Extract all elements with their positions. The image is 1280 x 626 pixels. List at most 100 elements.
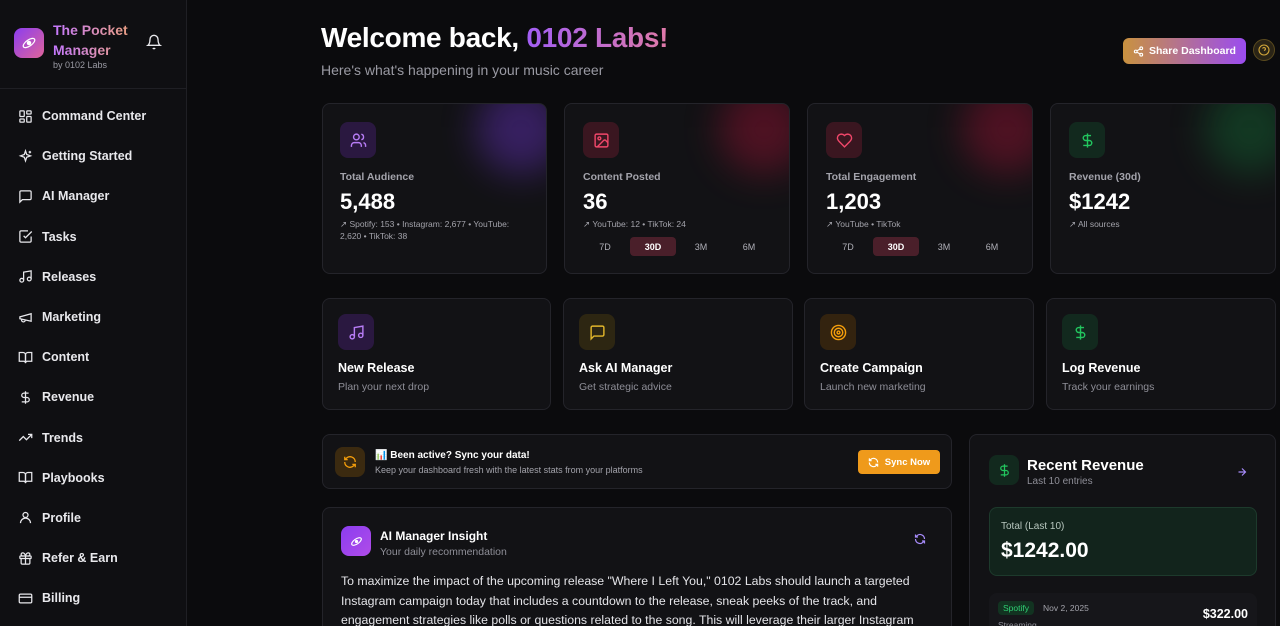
stat-label: Total Engagement <box>826 171 917 183</box>
insight-body: To maximize the impact of the upcoming r… <box>341 574 914 626</box>
insight-refresh-icon[interactable] <box>914 532 926 550</box>
image-icon <box>583 122 619 158</box>
sidebar-item-label: Refer & Earn <box>42 551 118 566</box>
sidebar-item-label: Releases <box>42 269 97 284</box>
trend-icon: ↗ <box>583 219 593 229</box>
sidebar-item-label: Content <box>42 350 90 365</box>
range-6m[interactable]: 6M <box>969 237 1015 256</box>
sidebar-item-trends[interactable]: Trends <box>0 418 187 458</box>
sidebar-item-ai-manager[interactable]: AI Manager <box>0 176 187 216</box>
action-create-campaign[interactable]: Create Campaign Launch new marketing <box>804 298 1034 410</box>
range-7d[interactable]: 7D <box>582 237 628 256</box>
sidebar-item-getting-started[interactable]: Getting Started <box>0 136 187 176</box>
sidebar-item-profile[interactable]: Profile <box>0 498 187 538</box>
revenue-total-label: Total (Last 10) <box>1001 521 1065 532</box>
sidebar-item-label: Billing <box>42 591 81 606</box>
stat-detail: ↗ Spotify: 153 • Instagram: 2,677 • YouT… <box>340 218 530 242</box>
megaphone-icon <box>19 312 32 322</box>
range-30d[interactable]: 30D <box>630 237 676 256</box>
message-icon <box>579 314 615 350</box>
recent-revenue-subtitle: Last 10 entries <box>1027 476 1093 487</box>
help-button[interactable] <box>1253 39 1275 61</box>
checkbox-icon <box>19 230 33 243</box>
ai-logo-icon <box>341 526 371 556</box>
range-7d[interactable]: 7D <box>825 237 871 256</box>
book-open-icon <box>18 351 33 363</box>
revenue-entry-amount: $322.00 <box>1202 607 1248 621</box>
action-subtitle: Track your earnings <box>1062 381 1155 393</box>
notifications-bell-icon[interactable] <box>145 34 163 50</box>
revenue-entry[interactable]: Spotify Nov 2, 2025 $322.00 Streaming <box>989 593 1257 626</box>
app-title: The Pocket Manager <box>53 20 143 60</box>
refresh-icon <box>335 447 365 477</box>
dollar-icon <box>1062 314 1098 350</box>
users-icon <box>340 122 376 158</box>
music-icon <box>19 270 32 284</box>
range-selector: 7D 30D 3M 6M <box>825 237 1015 256</box>
action-ask-ai-manager[interactable]: Ask AI Manager Get strategic advice <box>563 298 793 410</box>
share-dashboard-label: Share Dashboard <box>1149 45 1236 57</box>
dollar-icon <box>21 391 30 404</box>
action-title: Log Revenue <box>1062 361 1141 375</box>
sidebar-item-revenue[interactable]: Revenue <box>0 377 187 417</box>
sync-now-button[interactable]: Sync Now <box>858 450 940 474</box>
stat-card-total-audience: Total Audience 5,488 ↗ Spotify: 153 • In… <box>322 103 547 274</box>
sidebar-item-content[interactable]: Content <box>0 337 187 377</box>
stat-card-revenue: Revenue (30d) $1242 ↗ All sources <box>1050 103 1276 274</box>
range-3m[interactable]: 3M <box>921 237 967 256</box>
action-log-revenue[interactable]: Log Revenue Track your earnings <box>1046 298 1276 410</box>
sync-now-label: Sync Now <box>884 456 931 468</box>
action-subtitle: Get strategic advice <box>579 381 672 393</box>
target-icon <box>820 314 856 350</box>
revenue-entry-date: Nov 2, 2025 <box>1043 603 1089 613</box>
sidebar-item-billing[interactable]: Billing <box>0 578 187 618</box>
welcome-name: 0102 Labs! <box>526 22 669 53</box>
action-subtitle: Launch new marketing <box>820 381 926 393</box>
sidebar-item-releases[interactable]: Releases <box>0 257 187 297</box>
sidebar-item-marketing[interactable]: Marketing <box>0 297 187 337</box>
sidebar-item-playbooks[interactable]: Playbooks <box>0 458 187 498</box>
sidebar-item-label: Getting Started <box>42 149 133 164</box>
sidebar-item-label: Command Center <box>42 109 147 124</box>
brand[interactable]: The Pocket Manager by 0102 Labs <box>14 18 186 78</box>
message-icon <box>19 190 32 204</box>
trend-icon: ↗ <box>1069 219 1079 229</box>
sidebar-item-command-center[interactable]: Command Center <box>0 96 187 136</box>
welcome-prefix: Welcome back, <box>321 22 527 53</box>
sidebar-item-label: Profile <box>42 510 81 525</box>
sidebar-item-label: Playbooks <box>42 470 105 485</box>
action-title: New Release <box>338 361 415 375</box>
range-6m[interactable]: 6M <box>726 237 772 256</box>
range-selector: 7D 30D 3M 6M <box>582 237 772 256</box>
dollar-icon <box>1069 122 1105 158</box>
card-glow <box>476 104 546 174</box>
range-3m[interactable]: 3M <box>678 237 724 256</box>
page-title: Welcome back, 0102 Labs! <box>321 22 668 54</box>
heart-icon <box>826 122 862 158</box>
revenue-entry-type: Streaming <box>998 620 1037 626</box>
app-subtitle: by 0102 Labs <box>53 60 108 70</box>
action-subtitle: Plan your next drop <box>338 381 430 393</box>
revenue-total-value: $1242.00 <box>1001 539 1089 562</box>
stat-detail-text: All sources <box>1078 219 1120 229</box>
stat-card-total-engagement: Total Engagement 1,203 ↗ YouTube • TikTo… <box>807 103 1033 274</box>
action-new-release[interactable]: New Release Plan your next drop <box>322 298 551 410</box>
app-logo-icon <box>14 28 44 58</box>
arrow-right-icon[interactable] <box>1236 465 1248 483</box>
sidebar: The Pocket Manager by 0102 Labs Command … <box>0 0 187 626</box>
sync-title: 📊 Been active? Sync your data! <box>375 450 530 461</box>
card-glow <box>962 104 1032 174</box>
sidebar-divider <box>0 88 187 89</box>
trend-icon: ↗ <box>826 219 836 229</box>
trending-up-icon <box>18 433 33 442</box>
stat-value: 36 <box>583 189 608 214</box>
credit-card-icon <box>18 593 33 604</box>
action-title: Ask AI Manager <box>579 361 673 375</box>
sidebar-item-refer-earn[interactable]: Refer & Earn <box>0 538 187 578</box>
stat-detail: ↗ YouTube • TikTok <box>826 218 1016 230</box>
range-30d[interactable]: 30D <box>873 237 919 256</box>
sidebar-item-label: Trends <box>42 430 83 445</box>
ai-insight-card: AI Manager Insight Your daily recommenda… <box>322 507 952 626</box>
sidebar-item-tasks[interactable]: Tasks <box>0 217 187 257</box>
share-dashboard-button[interactable]: Share Dashboard <box>1123 38 1246 64</box>
